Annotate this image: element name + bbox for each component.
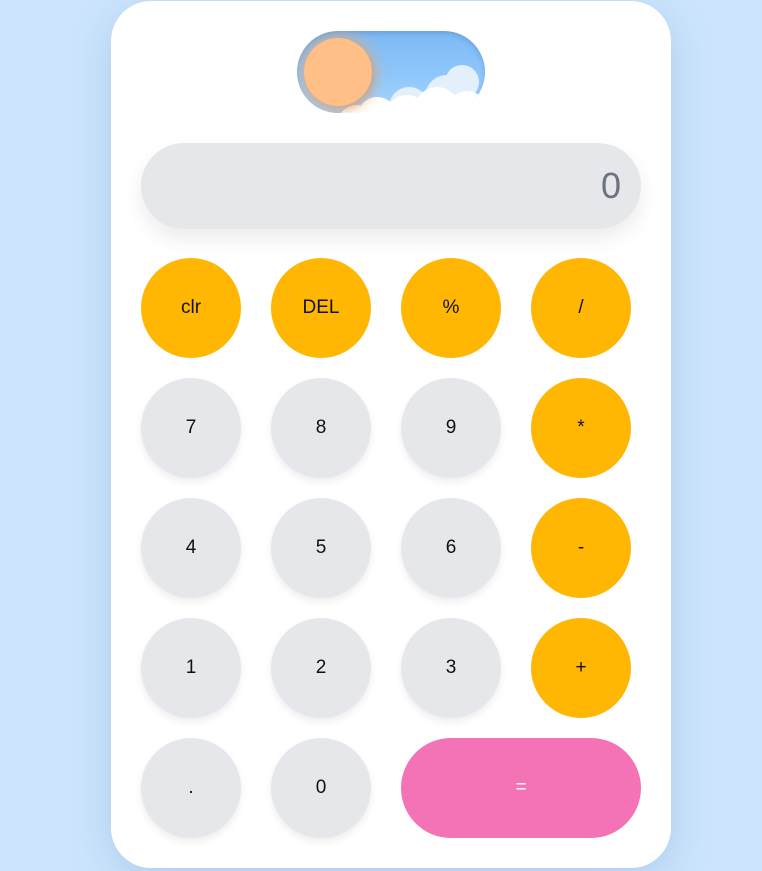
multiply-button[interactable]: * <box>531 378 631 478</box>
digit-8-button[interactable]: 8 <box>271 378 371 478</box>
divide-button[interactable]: / <box>531 258 631 358</box>
digit-5-button[interactable]: 5 <box>271 498 371 598</box>
digit-6-button[interactable]: 6 <box>401 498 501 598</box>
digit-7-button[interactable]: 7 <box>141 378 241 478</box>
calculator-display: 0 <box>141 143 641 229</box>
digit-9-button[interactable]: 9 <box>401 378 501 478</box>
sun-icon[interactable] <box>304 38 372 106</box>
add-button[interactable]: + <box>531 618 631 718</box>
calculator-card: 0 clr DEL % / 7 8 9 * 4 5 6 - 1 2 3 + . … <box>111 1 671 868</box>
digit-2-button[interactable]: 2 <box>271 618 371 718</box>
clear-button[interactable]: clr <box>141 258 241 358</box>
digit-1-button[interactable]: 1 <box>141 618 241 718</box>
display-value: 0 <box>600 165 621 206</box>
percent-button[interactable]: % <box>401 258 501 358</box>
digit-4-button[interactable]: 4 <box>141 498 241 598</box>
equals-button[interactable]: = <box>401 738 641 838</box>
delete-button[interactable]: DEL <box>271 258 371 358</box>
theme-toggle[interactable] <box>297 31 485 113</box>
digit-3-button[interactable]: 3 <box>401 618 501 718</box>
decimal-button[interactable]: . <box>141 738 241 838</box>
digit-0-button[interactable]: 0 <box>271 738 371 838</box>
subtract-button[interactable]: - <box>531 498 631 598</box>
